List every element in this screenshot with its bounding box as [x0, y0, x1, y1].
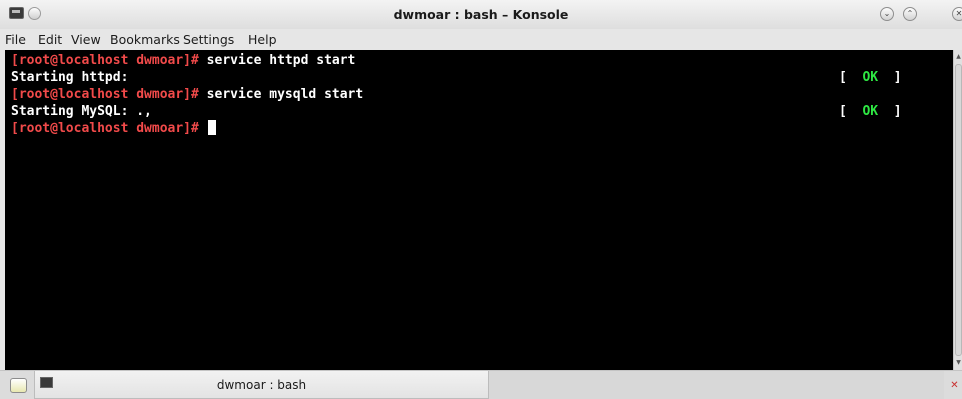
- menu-view[interactable]: View: [71, 32, 101, 47]
- menu-help[interactable]: Help: [248, 32, 277, 47]
- tab-label: dwmoar : bash: [216, 378, 307, 392]
- scroll-up-arrow-icon[interactable]: ▲: [955, 53, 962, 61]
- terminal-line: [root@localhost dwmoar]#: [11, 120, 216, 137]
- new-tab-button[interactable]: [10, 378, 27, 393]
- status-bracket-open: [: [839, 104, 863, 119]
- output-text: Starting httpd:: [11, 70, 129, 85]
- menu-file[interactable]: File: [5, 32, 26, 47]
- scroll-thumb[interactable]: [955, 64, 962, 356]
- output-text: Starting MySQL: .,: [11, 104, 152, 119]
- status-bracket-close: ]: [878, 70, 902, 85]
- terminal-line: Starting MySQL: .,: [11, 103, 152, 120]
- window-title: dwmoar : bash – Konsole: [393, 7, 569, 22]
- terminal-area[interactable]: [root@localhost dwmoar]# service httpd s…: [5, 50, 953, 370]
- status-indicator: [ OK ]: [839, 103, 902, 120]
- maximize-button[interactable]: ⌃: [903, 7, 917, 21]
- terminal-scrollbar[interactable]: ▲ ▼: [953, 50, 962, 370]
- shell-prompt: [root@localhost dwmoar]#: [11, 87, 199, 102]
- command-text: [199, 121, 207, 136]
- menu-bookmarks[interactable]: Bookmarks: [110, 32, 180, 47]
- menu-settings[interactable]: Settings: [183, 32, 234, 47]
- text-cursor: [207, 120, 216, 135]
- command-text: service mysqld start: [198, 87, 364, 102]
- konsole-window: dwmoar : bash – Konsole ⌄ ⌃ ✕ File Edit …: [0, 0, 962, 399]
- shell-prompt: [root@localhost dwmoar]#: [11, 53, 199, 68]
- command-text: service httpd start: [198, 53, 356, 68]
- status-bracket-close: ]: [878, 104, 902, 119]
- status-ok: OK: [862, 70, 879, 85]
- terminal-line: Starting httpd:: [11, 69, 128, 86]
- tab-bar-empty-area: [489, 371, 944, 399]
- status-bracket-open: [: [839, 70, 863, 85]
- status-indicator: [ OK ]: [839, 69, 902, 86]
- tab-dwmoar-bash[interactable]: dwmoar : bash: [34, 371, 489, 399]
- terminal-line: [root@localhost dwmoar]# service httpd s…: [11, 52, 355, 69]
- close-window-button[interactable]: ✕: [952, 7, 962, 21]
- menu-bar: File Edit View Bookmarks Settings Help: [0, 29, 962, 50]
- terminal-line: [root@localhost dwmoar]# service mysqld …: [11, 86, 363, 103]
- menu-edit[interactable]: Edit: [38, 32, 62, 47]
- tab-bar: dwmoar : bash ✕: [0, 370, 962, 399]
- title-bar[interactable]: dwmoar : bash – Konsole ⌄ ⌃ ✕: [0, 0, 962, 29]
- scroll-down-arrow-icon[interactable]: ▼: [955, 359, 962, 367]
- status-ok: OK: [862, 104, 879, 119]
- minimize-button[interactable]: ⌄: [880, 7, 894, 21]
- close-tab-button[interactable]: ✕: [949, 380, 960, 391]
- shell-prompt: [root@localhost dwmoar]#: [11, 121, 199, 136]
